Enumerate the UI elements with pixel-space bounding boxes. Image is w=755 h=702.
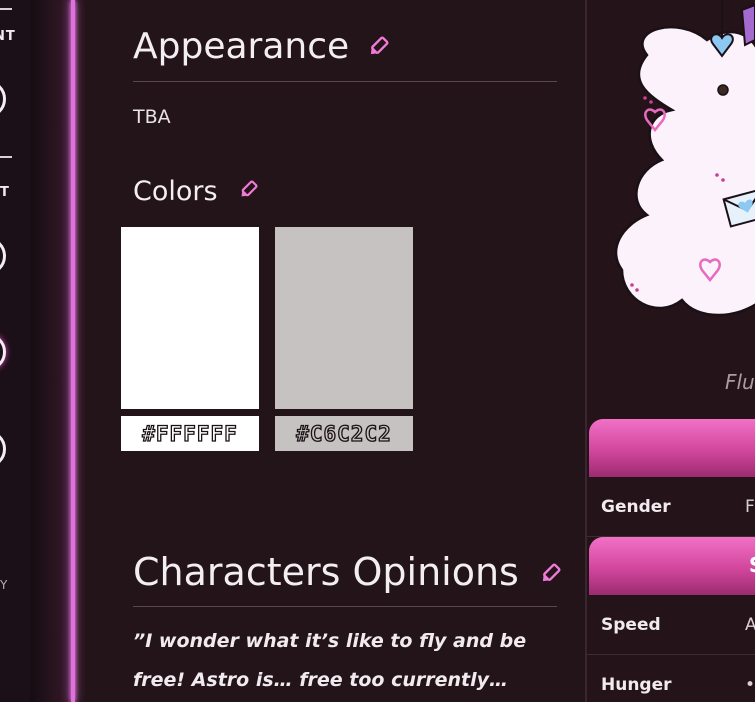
rail-avatar-3[interactable] xyxy=(0,333,6,371)
rail-divider xyxy=(0,156,12,158)
rail-avatar-1[interactable] xyxy=(0,80,6,118)
info-section-header xyxy=(589,419,755,477)
stat-row-label: Hunger xyxy=(601,675,672,695)
appearance-heading: Appearance xyxy=(133,26,389,67)
stats-section-header: S xyxy=(589,537,755,595)
character-illustration xyxy=(614,0,755,317)
colors-heading: Colors xyxy=(133,176,258,207)
opinions-heading: Characters Opinions xyxy=(133,550,561,594)
pencil-icon[interactable] xyxy=(238,176,258,207)
info-row-gender: Gender F xyxy=(587,477,755,537)
appearance-title: Appearance xyxy=(133,26,350,67)
color-swatch-white xyxy=(121,227,259,409)
appearance-divider xyxy=(133,81,557,82)
rail-label-bottom: Y xyxy=(0,578,8,592)
info-row-label: Gender xyxy=(601,497,671,517)
colors-title: Colors xyxy=(133,176,218,207)
main-content: Appearance TBA Colors #FFFFFF #C6C2C2 Ch… xyxy=(75,0,585,702)
stat-row-value: • xyxy=(745,675,755,695)
rail-divider xyxy=(0,8,12,10)
character-caption: Flu xyxy=(725,370,755,394)
left-sidebar: NT T Y xyxy=(0,0,30,702)
rail-avatar-2[interactable] xyxy=(0,237,6,275)
stat-row-label: Speed xyxy=(601,615,661,635)
stat-row-hunger: Hunger • xyxy=(587,655,755,702)
opinion-quote-line: free! Astro is… free too currently… xyxy=(133,669,509,691)
rail-avatar-4[interactable] xyxy=(0,430,6,468)
opinion-quote-line: ”I wonder what it’s like to fly and be xyxy=(133,630,527,652)
rail-label-top: NT xyxy=(0,29,16,44)
appearance-text: TBA xyxy=(133,106,171,128)
stat-row-value: A xyxy=(745,615,755,635)
opinions-title: Characters Opinions xyxy=(133,550,519,594)
pencil-icon[interactable] xyxy=(539,550,561,594)
rail-label-second: T xyxy=(0,185,10,200)
color-swatch-grey xyxy=(275,227,413,409)
color-swatch-label: #FFFFFF xyxy=(121,416,259,451)
stat-row-speed: Speed A xyxy=(587,595,755,655)
stats-section-title: S xyxy=(749,553,755,577)
color-swatch-label: #C6C2C2 xyxy=(275,416,413,451)
character-info-panel: Flu Gender F S Speed A Hunger • xyxy=(587,0,755,702)
sidebar-shadow xyxy=(30,0,74,702)
opinions-divider xyxy=(133,606,557,607)
pencil-icon[interactable] xyxy=(367,26,389,67)
info-row-value: F xyxy=(745,497,755,517)
